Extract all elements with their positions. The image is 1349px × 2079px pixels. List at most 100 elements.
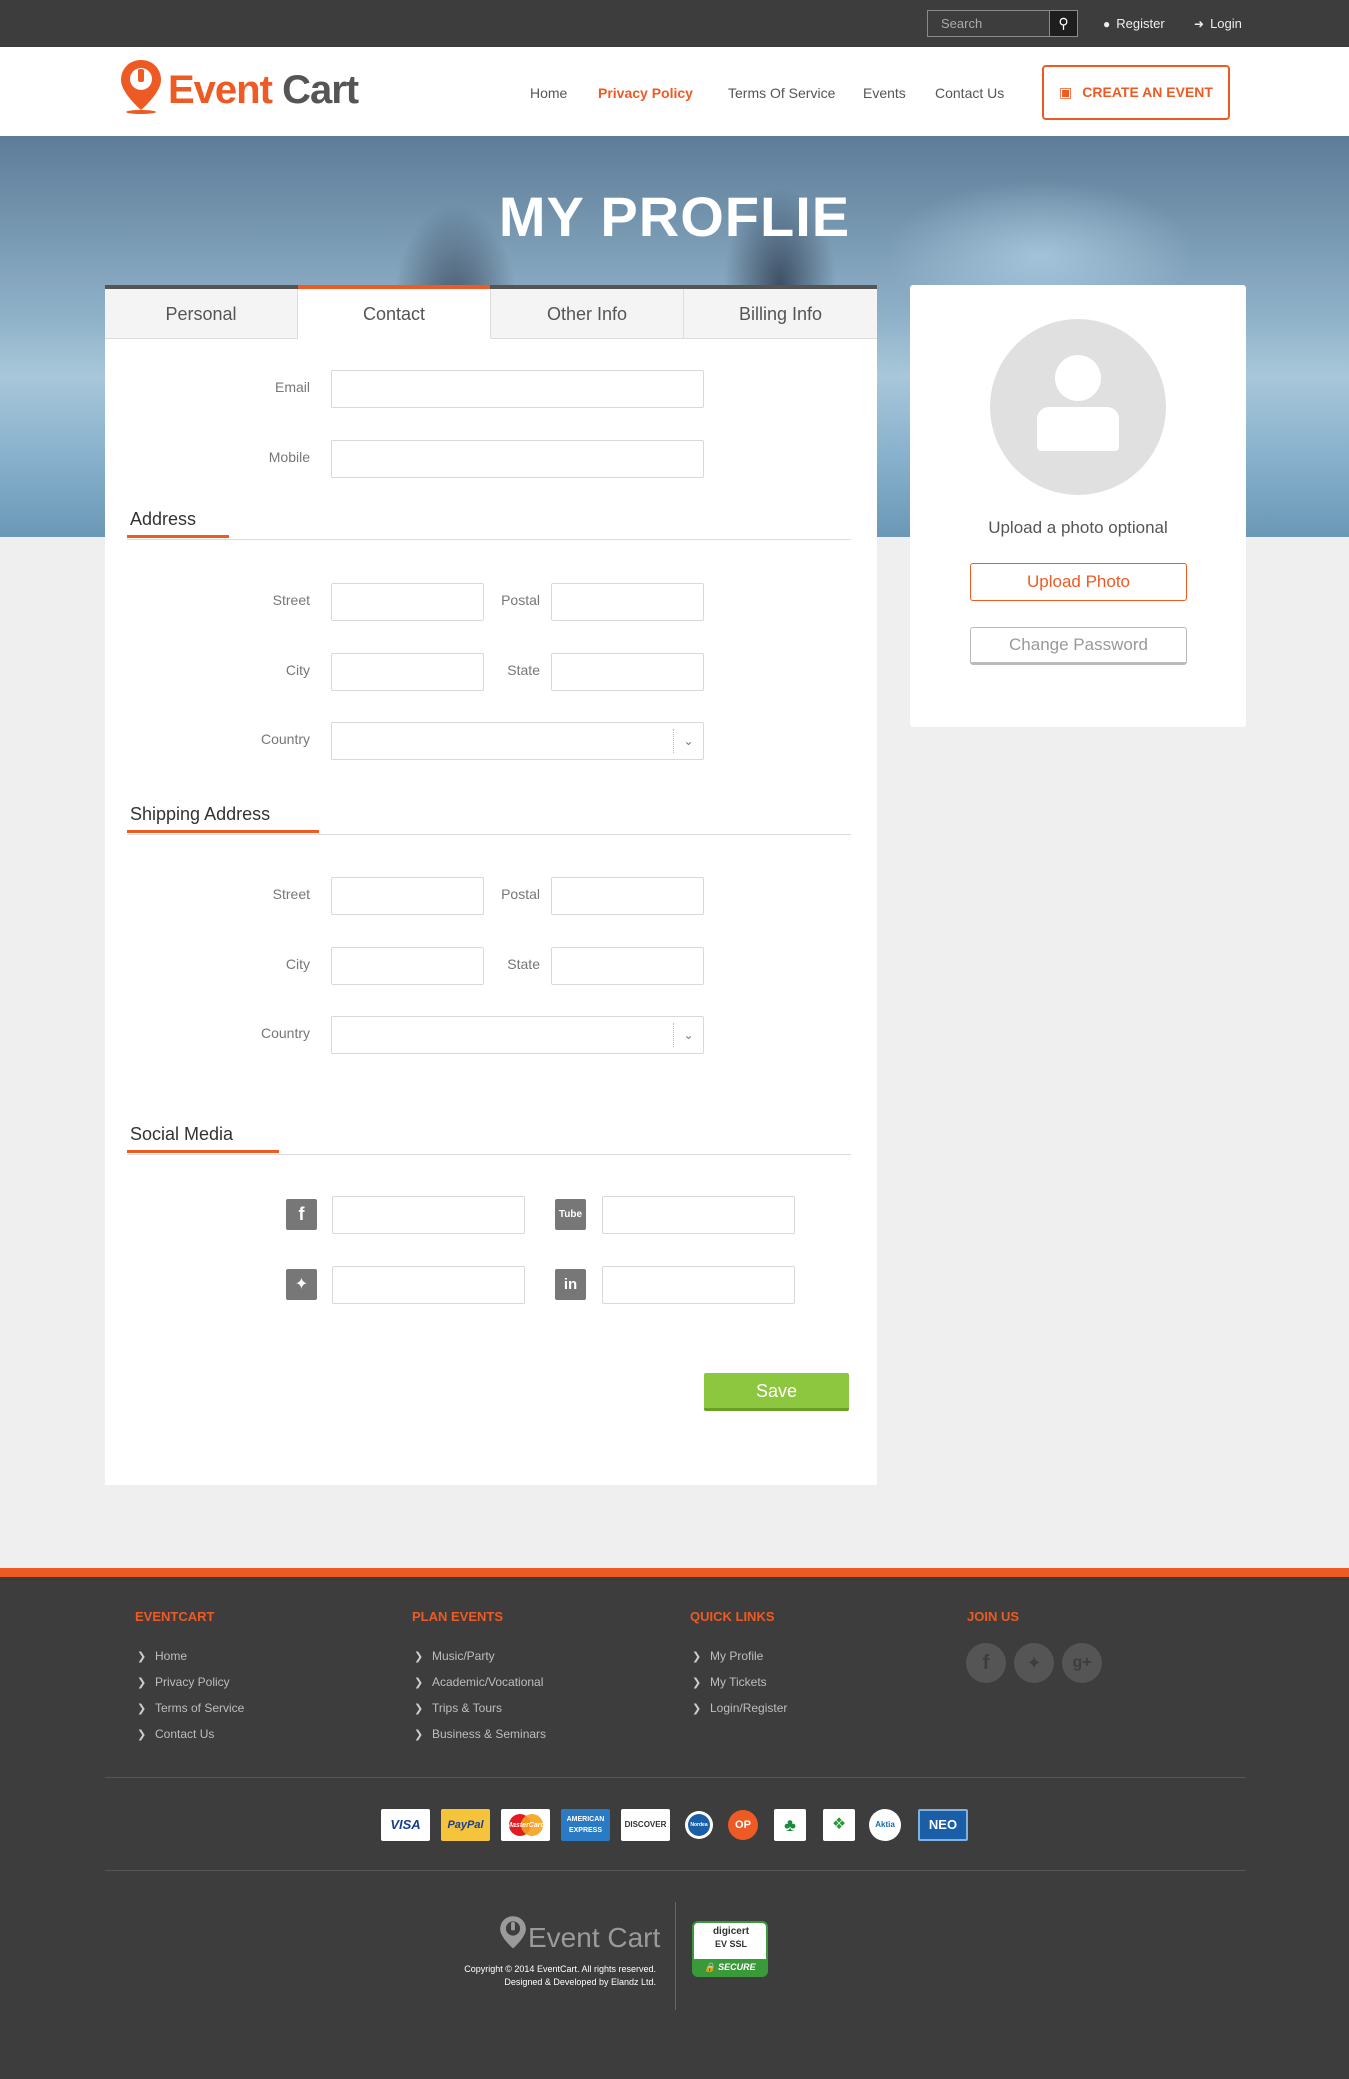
digicert-badge[interactable]: digicert EV SSL 🔒 SECURE <box>692 1921 768 1977</box>
shipping-postal-label: Postal <box>501 886 540 902</box>
visa-logo: VISA <box>381 1809 430 1841</box>
user-icon: ● <box>1103 17 1111 31</box>
nav-contact-us[interactable]: Contact Us <box>935 85 1004 101</box>
footer-link[interactable]: ❯ Login/Register <box>692 1701 787 1715</box>
footer-col-plan-events-title: PLAN EVENTS <box>412 1609 504 1624</box>
logo[interactable]: Event Cart <box>118 58 359 118</box>
footer-vertical-divider <box>675 1902 676 2010</box>
shipping-country-select[interactable]: ⌄ <box>331 1016 704 1054</box>
linkedin-icon: in <box>555 1269 586 1300</box>
sign-in-icon: ➜ <box>1194 17 1205 31</box>
chevron-down-icon: ⌄ <box>673 729 703 753</box>
section-divider <box>127 834 851 835</box>
footer-link[interactable]: ❯ Academic/Vocational <box>414 1675 543 1689</box>
footer-link[interactable]: ❯ Contact Us <box>137 1727 214 1741</box>
neo-logo: NEO <box>918 1809 968 1841</box>
chevron-right-icon: ❯ <box>692 1677 702 1689</box>
nav-events[interactable]: Events <box>863 85 906 101</box>
footer-col-join-us-title: JOIN US <box>967 1609 1020 1624</box>
register-link[interactable]: ● Register <box>1103 14 1165 34</box>
page-title: MY PROFLIE <box>498 185 851 248</box>
avatar <box>990 319 1166 495</box>
tab-contact[interactable]: Contact <box>298 285 491 339</box>
state-label: State <box>507 662 540 678</box>
lock-icon-secure: 🔒 SECURE <box>694 1959 766 1975</box>
tab-other-info[interactable]: Other Info <box>491 289 684 339</box>
section-accent <box>127 535 229 538</box>
state-field[interactable] <box>551 653 704 691</box>
footer-link[interactable]: ❯ Business & Seminars <box>414 1727 546 1741</box>
save-button[interactable]: Save <box>704 1373 849 1411</box>
upload-photo-button[interactable]: Upload Photo <box>970 563 1187 601</box>
facebook-field[interactable] <box>332 1196 525 1234</box>
social-section-title: Social Media <box>130 1124 234 1144</box>
shipping-country-label: Country <box>260 1025 310 1041</box>
discover-logo: DISCOVER <box>621 1809 670 1841</box>
country-select[interactable]: ⌄ <box>331 722 704 760</box>
chevron-right-icon: ❯ <box>414 1729 424 1741</box>
footer-link[interactable]: ❯ Music/Party <box>414 1649 495 1663</box>
address-section-title: Address <box>130 509 197 529</box>
copyright: Copyright © 2014 EventCart. All rights r… <box>464 1964 656 1987</box>
youtube-field[interactable] <box>602 1196 795 1234</box>
tab-personal[interactable]: Personal <box>105 289 298 339</box>
chevron-right-icon: ❯ <box>692 1703 702 1715</box>
calendar-icon: ▣ <box>1059 84 1073 100</box>
chevron-down-icon: ⌄ <box>673 1023 703 1047</box>
facebook-icon[interactable]: f <box>966 1643 1006 1683</box>
aktia-logo: Aktia <box>869 1809 901 1841</box>
email-field[interactable] <box>331 370 704 408</box>
profile-tabs: Personal Contact Other Info Billing Info <box>105 285 877 339</box>
search-button[interactable]: ⚲ <box>1049 10 1078 37</box>
shipping-state-field[interactable] <box>551 947 704 985</box>
chevron-right-icon: ❯ <box>137 1729 147 1741</box>
footer-link[interactable]: ❯ Terms of Service <box>137 1701 244 1715</box>
facebook-icon: f <box>286 1199 317 1230</box>
search-icon: ⚲ <box>1058 15 1069 31</box>
footer-link[interactable]: ❯ My Tickets <box>692 1675 767 1689</box>
chevron-right-icon: ❯ <box>137 1677 147 1689</box>
change-password-button[interactable]: Change Password <box>970 627 1187 665</box>
footer-divider <box>105 1777 1246 1778</box>
twitter-icon: ✦ <box>286 1269 317 1300</box>
chevron-right-icon: ❯ <box>414 1703 424 1715</box>
footer-col-quick-links-title: QUICK LINKS <box>690 1609 775 1624</box>
mobile-field[interactable] <box>331 440 704 478</box>
country-label: Country <box>260 731 310 747</box>
chevron-right-icon: ❯ <box>692 1651 702 1663</box>
section-divider <box>127 1154 851 1155</box>
nav-home[interactable]: Home <box>530 85 567 101</box>
google-plus-icon[interactable]: g+ <box>1062 1643 1102 1683</box>
tab-billing-info[interactable]: Billing Info <box>684 289 877 339</box>
section-accent <box>127 830 319 833</box>
create-event-button[interactable]: ▣ CREATE AN EVENT <box>1042 65 1230 120</box>
section-divider <box>127 539 851 540</box>
footer-link[interactable]: ❯ Privacy Policy <box>137 1675 230 1689</box>
footer-logo[interactable]: Event Cart <box>498 1915 660 1954</box>
postal-label: Postal <box>501 592 540 608</box>
nordea-logo: Nordea <box>685 1809 713 1841</box>
youtube-icon: Tube <box>555 1199 586 1230</box>
twitter-icon[interactable]: ✦ <box>1014 1643 1054 1683</box>
footer-link[interactable]: ❯ My Profile <box>692 1649 763 1663</box>
street-label: Street <box>272 592 310 608</box>
chevron-right-icon: ❯ <box>414 1677 424 1689</box>
nav-privacy-policy[interactable]: Privacy Policy <box>598 85 693 101</box>
shipping-state-label: State <box>507 956 540 972</box>
email-label: Email <box>274 379 310 395</box>
linkedin-field[interactable] <box>602 1266 795 1304</box>
mastercard-logo: MasterCard <box>501 1809 550 1841</box>
nav-terms-of-service[interactable]: Terms Of Service <box>728 85 835 101</box>
shipping-postal-field[interactable] <box>551 877 704 915</box>
footer-link[interactable]: ❯ Home <box>137 1649 187 1663</box>
shipping-street-label: Street <box>272 886 310 902</box>
footer-link[interactable]: ❯ Trips & Tours <box>414 1701 502 1715</box>
footer-divider <box>105 1870 1246 1871</box>
chevron-right-icon: ❯ <box>137 1703 147 1715</box>
login-link[interactable]: ➜ Login <box>1194 14 1242 34</box>
upload-hint: Upload a photo optional <box>988 518 1168 537</box>
twitter-field[interactable] <box>332 1266 525 1304</box>
postal-field[interactable] <box>551 583 704 621</box>
map-pin-icon <box>121 60 161 114</box>
footer-col-eventcart-title: EVENTCART <box>135 1609 215 1624</box>
